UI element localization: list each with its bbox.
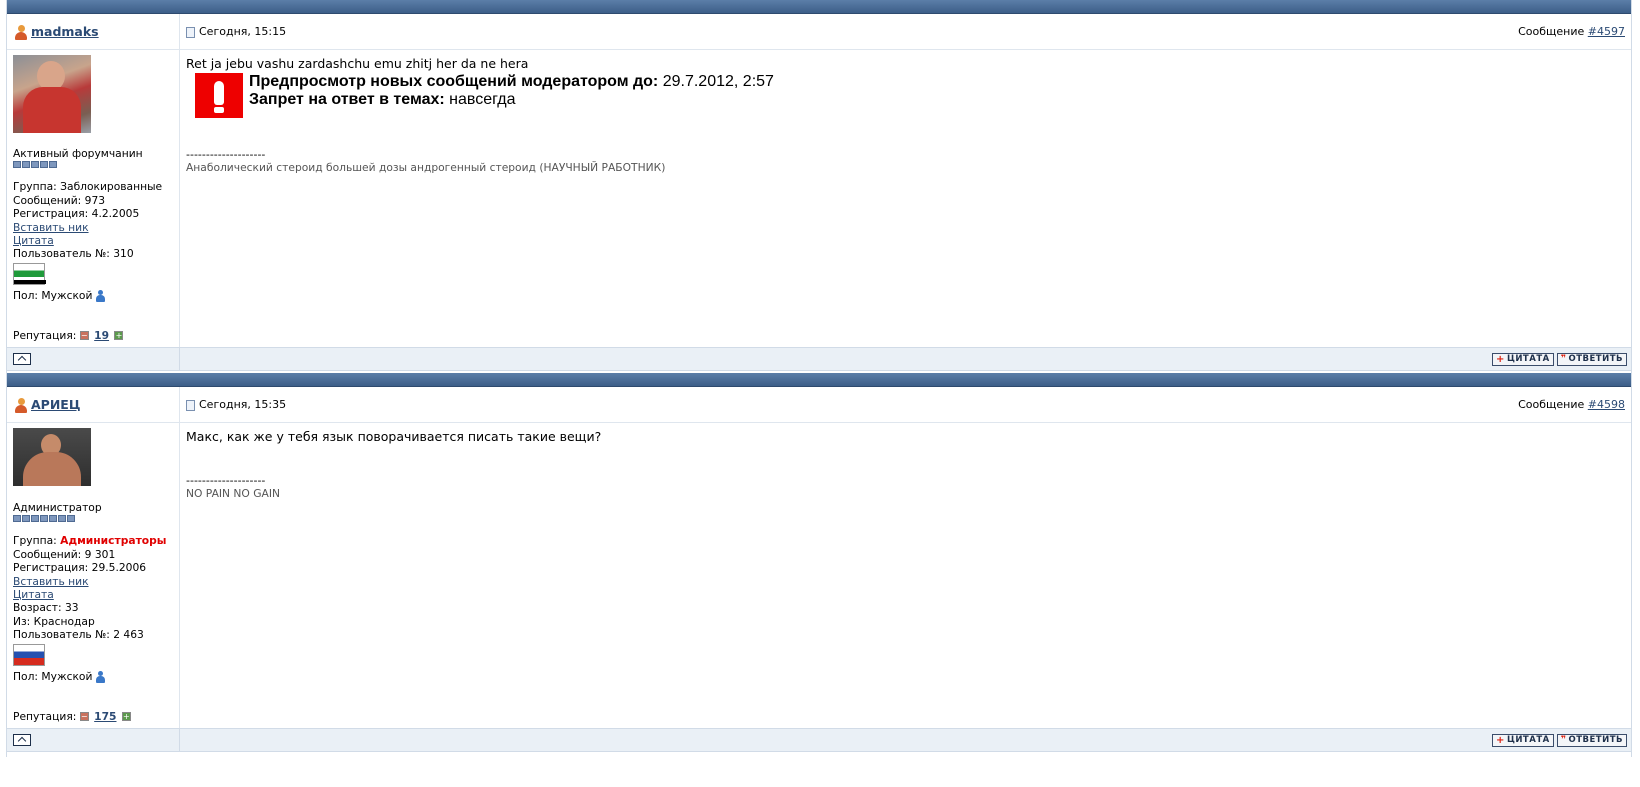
signature: NO PAIN NO GAIN: [186, 487, 280, 500]
group-value: Заблокированные: [60, 180, 163, 194]
user-age: Возраст: 33: [13, 601, 79, 615]
post-header-bar: [7, 0, 1631, 14]
reply-button[interactable]: ❞ ОТВЕТИТЬ: [1556, 352, 1627, 366]
posts-count: Сообщений: 9 301: [13, 547, 116, 561]
scroll-top-button[interactable]: [13, 734, 31, 746]
post-content: Ret ja jebu vashu zardashchu emu zhitj h…: [180, 50, 1631, 347]
rep-minus-icon[interactable]: −: [79, 331, 89, 341]
reputation-value[interactable]: 175: [94, 710, 116, 723]
rank-pips: [13, 161, 173, 169]
gender: Пол: Мужской: [13, 669, 93, 683]
reputation-value[interactable]: 19: [94, 329, 109, 342]
reputation: Репутация: − 19 +: [13, 328, 124, 342]
post-date: Сегодня, 15:35: [199, 398, 287, 411]
group-value: Администраторы: [60, 534, 167, 548]
post-doc-icon: [186, 399, 195, 411]
insert-nick-link[interactable]: Вставить ник: [13, 221, 173, 234]
male-icon: [96, 289, 106, 302]
quote-button[interactable]: + ЦИТАТА: [1492, 733, 1554, 747]
signature: Анаболический стероид большей дозы андро…: [186, 161, 666, 174]
moderation-warning: Предпросмотр новых сообщений модератором…: [195, 73, 1625, 118]
rank-pips: [13, 515, 173, 523]
insert-nick-link[interactable]: Вставить ник: [13, 575, 173, 588]
warning-line1-label: Предпросмотр новых сообщений модератором…: [249, 73, 659, 90]
post-body: Ret ja jebu vashu zardashchu emu zhitj h…: [186, 56, 529, 71]
user-rank: Администратор: [13, 501, 102, 514]
user-info-panel: Активный форумчанин Группа: Заблокирован…: [7, 50, 180, 347]
post-footer: + ЦИТАТА ❞ ОТВЕТИТЬ: [7, 728, 1631, 752]
post-4597: madmaks Сегодня, 15:15 Сообщение #4597 А…: [6, 0, 1632, 373]
message-number-link[interactable]: #4597: [1588, 25, 1625, 38]
country-flag-icon: [13, 643, 45, 666]
reputation-label: Репутация:: [13, 709, 77, 723]
warning-line2-label: Запрет на ответ в темах:: [249, 91, 445, 108]
quote-link[interactable]: Цитата: [13, 234, 173, 247]
post-footer: + ЦИТАТА ❞ ОТВЕТИТЬ: [7, 347, 1631, 371]
user-number: Пользователь №: 2 463: [13, 628, 144, 642]
scroll-top-button[interactable]: [13, 353, 31, 365]
user-rank: Активный форумчанин: [13, 147, 143, 160]
group-label: Группа:: [13, 180, 57, 194]
post-body: Макс, как же у тебя язык поворачивается …: [186, 429, 602, 444]
avatar[interactable]: [13, 55, 91, 133]
post-content: Макс, как же у тебя язык поворачивается …: [180, 423, 1631, 728]
signature-divider: --------------------: [186, 474, 266, 487]
user-icon: [13, 397, 29, 413]
user-info-panel: Администратор Группа: Администраторы Соо…: [7, 423, 180, 728]
post-doc-icon: [186, 26, 195, 38]
post-4598: АРИЕЦ Сегодня, 15:35 Сообщение #4598 Адм…: [6, 373, 1632, 757]
user-icon: [13, 24, 29, 40]
registration-date: Регистрация: 4.2.2005: [13, 207, 140, 221]
quote-mark-icon: ❞: [1560, 354, 1567, 364]
country-flag-icon: [13, 262, 46, 285]
username-link[interactable]: madmaks: [31, 24, 99, 39]
posts-count: Сообщений: 973: [13, 193, 106, 207]
reply-button[interactable]: ❞ ОТВЕТИТЬ: [1556, 733, 1627, 747]
rep-minus-icon[interactable]: −: [79, 712, 89, 722]
quote-link[interactable]: Цитата: [13, 588, 173, 601]
gender: Пол: Мужской: [13, 288, 93, 302]
reputation-label: Репутация:: [13, 328, 77, 342]
message-label: Сообщение: [1518, 398, 1585, 411]
rep-plus-icon[interactable]: +: [121, 712, 131, 722]
male-icon: [96, 670, 106, 683]
message-label: Сообщение: [1518, 25, 1585, 38]
signature-divider: --------------------: [186, 148, 266, 161]
registration-date: Регистрация: 29.5.2006: [13, 561, 147, 575]
reputation: Репутация: − 175 +: [13, 710, 131, 723]
message-number-link[interactable]: #4598: [1588, 398, 1625, 411]
post-date: Сегодня, 15:15: [199, 25, 287, 38]
quote-button[interactable]: + ЦИТАТА: [1492, 352, 1554, 366]
avatar[interactable]: [13, 428, 91, 486]
plus-icon: +: [1496, 734, 1505, 746]
group-label: Группа:: [13, 534, 57, 548]
user-number: Пользователь №: 310: [13, 247, 134, 261]
user-location: Из: Краснодар: [13, 614, 95, 628]
username-link[interactable]: АРИЕЦ: [31, 397, 80, 412]
warning-line1-value: 29.7.2012, 2:57: [662, 73, 774, 90]
rep-plus-icon[interactable]: +: [114, 331, 124, 341]
warning-line2-value: навсегда: [449, 91, 516, 108]
post-header-bar: [7, 373, 1631, 387]
post-header: АРИЕЦ Сегодня, 15:35 Сообщение #4598: [7, 387, 1631, 423]
plus-icon: +: [1496, 353, 1505, 365]
warning-icon: [195, 73, 243, 118]
post-header: madmaks Сегодня, 15:15 Сообщение #4597: [7, 14, 1631, 50]
quote-mark-icon: ❞: [1560, 735, 1567, 745]
